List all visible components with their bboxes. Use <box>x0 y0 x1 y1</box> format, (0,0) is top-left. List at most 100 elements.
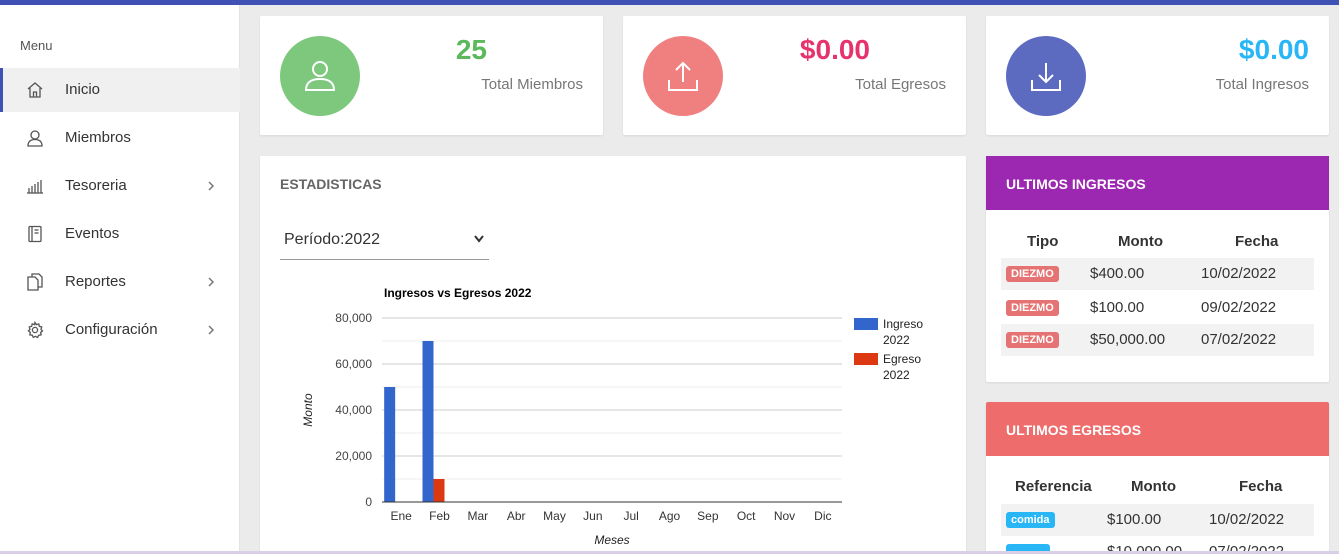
reference-badge: comida <box>1006 512 1055 528</box>
latest-income-panel: ULTIMOS INGRESOS Tipo Monto Fecha DIEZMO… <box>986 156 1329 382</box>
period-select[interactable]: Período:2022 <box>280 218 489 260</box>
table-row[interactable]: DIEZMO $400.00 10/02/2022 <box>1001 258 1314 290</box>
sidebar-item-label: Tesoreria <box>65 177 127 194</box>
y-tick-label: 80,000 <box>335 311 372 325</box>
sidebar-item-reportes[interactable]: Reportes <box>0 260 240 304</box>
table-row[interactable]: DIEZMO $50,000.00 07/02/2022 <box>1001 324 1314 356</box>
x-tick-label: Oct <box>737 509 756 523</box>
upload-icon <box>668 61 698 91</box>
sidebar-item-label: Inicio <box>65 81 101 98</box>
x-tick-label: Abr <box>507 509 526 523</box>
sidebar-item-miembros[interactable]: Miembros <box>0 116 240 160</box>
column-header: Fecha <box>1235 233 1279 250</box>
legend-label: 2022 <box>883 333 910 347</box>
legend-label: 2022 <box>883 368 910 382</box>
x-tick-label: Jun <box>583 509 602 523</box>
stat-circle <box>280 36 360 116</box>
sidebar-item-inicio[interactable]: Inicio <box>0 68 240 112</box>
download-icon <box>1031 63 1061 91</box>
x-tick-label: Ene <box>390 509 412 523</box>
chevron-right-icon <box>206 179 216 193</box>
y-tick-label: 20,000 <box>335 449 372 463</box>
panel-header: ULTIMOS INGRESOS <box>986 156 1329 210</box>
amount-cell: $100.00 <box>1090 299 1145 316</box>
gear-icon <box>26 321 44 339</box>
stat-value: 25 <box>455 34 487 65</box>
stat-label: Total Miembros <box>481 76 583 93</box>
x-axis-label: Meses <box>594 533 629 547</box>
latest-expenses-panel: ULTIMOS EGRESOS Referencia Monto Fecha c… <box>986 402 1329 554</box>
sidebar-item-label: Configuración <box>65 321 158 338</box>
stat-label: Total Egresos <box>855 76 946 93</box>
sidebar-item-label: Miembros <box>65 129 131 146</box>
x-tick-label: Nov <box>774 509 795 523</box>
x-tick-label: Mar <box>467 509 488 523</box>
legend-swatch <box>854 318 878 330</box>
table-row[interactable]: comida $100.00 10/02/2022 <box>1001 504 1314 536</box>
y-tick-label: 60,000 <box>335 357 372 371</box>
x-tick-label: Sep <box>697 509 719 523</box>
column-header: Referencia <box>1015 478 1092 495</box>
type-badge: DIEZMO <box>1006 266 1059 282</box>
legend-label: Ingreso <box>883 317 923 331</box>
bar-ingreso <box>422 341 434 502</box>
amount-cell: $50,000.00 <box>1090 331 1166 348</box>
y-tick-label: 40,000 <box>335 403 372 417</box>
sidebar-item-label: Eventos <box>65 225 120 242</box>
bar-chart-icon <box>26 177 44 195</box>
chevron-right-icon <box>206 323 216 337</box>
sidebar: Menu Inicio Miembros Tesoreria Eventos R… <box>0 5 240 551</box>
chart-title: Ingresos vs Egresos 2022 <box>384 286 532 300</box>
type-badge: DIEZMO <box>1006 332 1059 348</box>
home-icon <box>26 81 44 99</box>
column-header: Monto <box>1118 233 1163 250</box>
user-icon <box>304 61 336 91</box>
legend-label: Egreso <box>883 352 921 366</box>
type-badge: DIEZMO <box>1006 300 1059 316</box>
notebook-icon <box>26 225 44 243</box>
x-tick-label: May <box>543 509 566 523</box>
bar-chart: Ingresos vs Egresos 2022 0 20,000 40,000 60,… <box>301 286 923 547</box>
chevron-down-icon <box>473 234 485 244</box>
x-tick-label: Feb <box>429 509 450 523</box>
y-tick-label: 0 <box>365 495 372 509</box>
amount-cell: $400.00 <box>1090 265 1145 282</box>
menu-heading: Menu <box>20 38 53 53</box>
stat-card-miembros: 25 Total Miembros <box>260 16 603 135</box>
column-header: Monto <box>1131 478 1176 495</box>
x-tick-label: Ago <box>659 509 681 523</box>
bar-egreso <box>433 479 445 502</box>
column-header: Tipo <box>1027 233 1059 250</box>
stat-card-egresos: $0.00 Total Egresos <box>623 16 966 135</box>
chevron-right-icon <box>206 275 216 289</box>
date-cell: 10/02/2022 <box>1201 265 1277 282</box>
stat-label: Total Ingresos <box>1215 76 1309 93</box>
panel-header: ULTIMOS EGRESOS <box>986 402 1329 456</box>
stat-circle <box>643 36 723 116</box>
column-header: Fecha <box>1239 478 1283 495</box>
panel-title: ESTADISTICAS <box>280 176 382 192</box>
legend-swatch <box>854 353 878 365</box>
period-select-value: Período:2022 <box>284 231 381 248</box>
date-cell: 09/02/2022 <box>1201 299 1277 316</box>
stat-card-ingresos: $0.00 Total Ingresos <box>986 16 1329 135</box>
table-row[interactable]: DIEZMO $100.00 09/02/2022 <box>1001 292 1314 324</box>
statistics-panel: ESTADISTICAS Período:2022 Ingresos vs Eg… <box>260 156 966 554</box>
date-cell: 07/02/2022 <box>1201 331 1277 348</box>
amount-cell: $100.00 <box>1107 511 1162 528</box>
x-tick-label: Dic <box>814 509 831 523</box>
documents-icon <box>26 273 44 291</box>
date-cell: 10/02/2022 <box>1209 511 1285 528</box>
bar-ingreso <box>384 387 396 502</box>
stat-value: $0.00 <box>1238 34 1309 65</box>
x-tick-label: Jul <box>623 509 638 523</box>
stat-value: $0.00 <box>799 34 870 65</box>
sidebar-item-label: Reportes <box>65 273 126 290</box>
stat-circle <box>1006 36 1086 116</box>
sidebar-item-eventos[interactable]: Eventos <box>0 212 240 256</box>
sidebar-nav: Inicio Miembros Tesoreria Eventos Report… <box>0 68 240 356</box>
sidebar-item-configuracion[interactable]: Configuración <box>0 308 240 352</box>
user-icon <box>26 129 44 147</box>
y-axis-label: Monto <box>301 393 315 427</box>
sidebar-item-tesoreria[interactable]: Tesoreria <box>0 164 240 208</box>
